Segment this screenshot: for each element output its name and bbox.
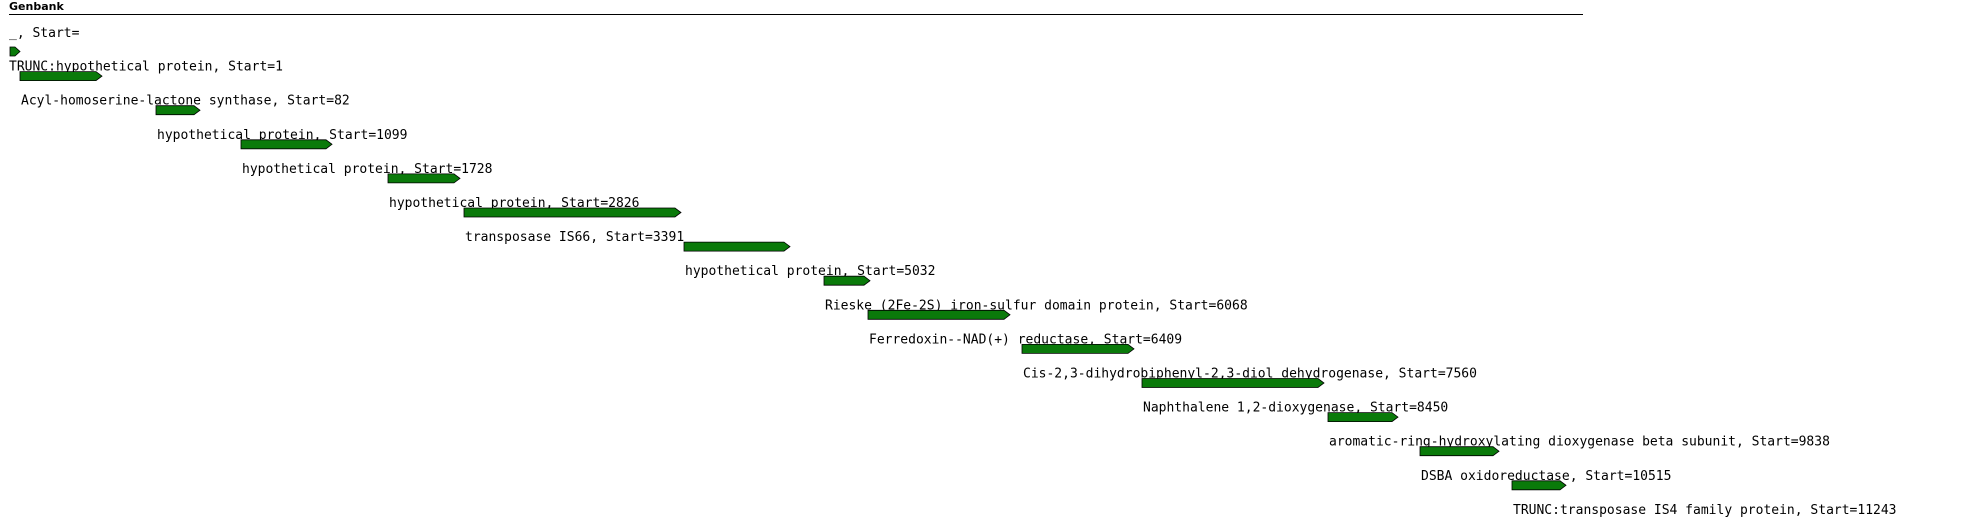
gene-arrow[interactable]: [1511, 480, 1567, 491]
feature-label: TRUNC:transposase IS4 family protein, St…: [1513, 503, 1897, 518]
gene-arrow[interactable]: [463, 207, 682, 218]
gene-arrow[interactable]: [155, 105, 201, 116]
gene-arrow[interactable]: [823, 275, 871, 286]
gene-arrow[interactable]: [1327, 412, 1399, 423]
gene-arrow[interactable]: [240, 139, 333, 150]
feature-label: _, Start=: [9, 26, 80, 41]
gene-arrow[interactable]: [387, 173, 461, 184]
feature-label: Naphthalene 1,2-dioxygenase, Start=8450: [1143, 401, 1448, 416]
gene-arrow[interactable]: [867, 309, 1011, 320]
feature-label: transposase IS66, Start=3391: [465, 230, 684, 245]
gene-arrow[interactable]: [19, 71, 103, 81]
feature-label: hypothetical protein, Start=5032: [685, 264, 935, 279]
gene-arrow[interactable]: [1021, 343, 1135, 354]
gene-arrow[interactable]: [683, 241, 791, 252]
gene-track: _, Start=TRUNC:hypothetical protein, Sta…: [9, 26, 1897, 518]
feature-label: aromatic-ring-hydroxylating dioxygenase …: [1329, 435, 1830, 450]
gene-arrow[interactable]: [1419, 446, 1500, 457]
gene-arrow[interactable]: [9, 46, 21, 57]
gene-arrow[interactable]: [1141, 378, 1325, 388]
